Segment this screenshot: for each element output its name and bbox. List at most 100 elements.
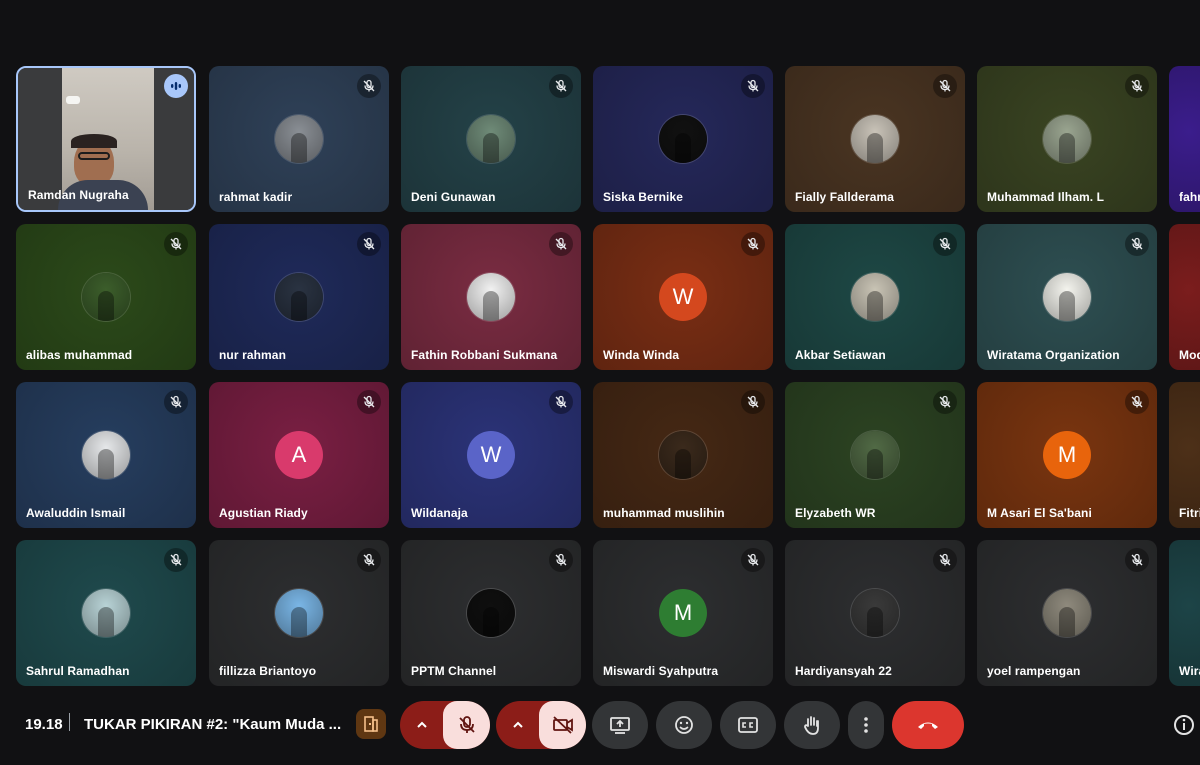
participant-tile[interactable]: PPTM Channel [401, 540, 581, 686]
avatar-photo [291, 133, 307, 163]
participant-tile[interactable]: Sahrul Ramadhan [16, 540, 196, 686]
mic-off-icon [363, 79, 375, 92]
participant-tile[interactable]: rahmat kadir [209, 66, 389, 212]
mic-muted-indicator [1125, 390, 1149, 414]
captions-button[interactable] [720, 701, 776, 749]
mic-muted-indicator [933, 74, 957, 98]
mic-muted-indicator [357, 390, 381, 414]
participant-tile[interactable]: Ramdan Nugraha [16, 66, 196, 212]
participant-name: Sahrul Ramadhan [26, 664, 130, 678]
present-screen-button[interactable] [592, 701, 648, 749]
participant-name: Awaluddin Ismail [26, 506, 126, 520]
participant-tile[interactable]: muhammad muslihin [593, 382, 773, 528]
participant-tile[interactable]: Wiratama Organization [977, 224, 1157, 370]
avatar [851, 115, 899, 163]
participant-tile[interactable]: Awaluddin Ismail [16, 382, 196, 528]
participant-tile[interactable]: Muhammad Ilham. L [977, 66, 1157, 212]
camera-toggle-button[interactable] [539, 701, 586, 749]
mic-off-icon [939, 237, 951, 250]
mic-off-icon [170, 395, 182, 408]
participant-tile[interactable]: fahm [1169, 66, 1200, 212]
host-controls-button[interactable] [356, 709, 386, 739]
participant-tile[interactable]: Wira [1169, 540, 1200, 686]
participant-tile[interactable]: A Agustian Riady [209, 382, 389, 528]
participant-tile[interactable]: alibas muhammad [16, 224, 196, 370]
participant-tile[interactable]: W Wildanaja [401, 382, 581, 528]
mic-off-icon [555, 237, 567, 250]
participant-tile[interactable]: M M Asari El Sa'bani [977, 382, 1157, 528]
mic-off-icon [939, 395, 951, 408]
mic-off-icon [747, 553, 759, 566]
avatar [659, 431, 707, 479]
raise-hand-button[interactable] [784, 701, 840, 749]
participant-name: Hardiyansyah 22 [795, 664, 892, 678]
avatar [851, 589, 899, 637]
avatar-photo [675, 133, 691, 163]
participant-name: Fitri [1179, 506, 1200, 520]
participant-tile[interactable]: Hardiyansyah 22 [785, 540, 965, 686]
mic-off-icon [1131, 553, 1143, 566]
participant-tile[interactable]: Elyzabeth WR [785, 382, 965, 528]
participant-tile[interactable]: Fially Fallderama [785, 66, 965, 212]
video-options-button[interactable] [496, 701, 539, 749]
avatar-photo [1059, 607, 1075, 637]
participant-tile[interactable]: Mod [1169, 224, 1200, 370]
participant-tile[interactable]: fillizza Briantoyo [209, 540, 389, 686]
meeting-title: TUKAR PIKIRAN #2: "Kaum Muda ... [84, 716, 342, 733]
mic-muted-indicator [741, 548, 765, 572]
participant-name: Siska Bernike [603, 190, 684, 204]
end-call-icon [918, 722, 938, 729]
mic-off-icon [747, 79, 759, 92]
mic-muted-indicator [549, 390, 573, 414]
participant-tile[interactable]: Deni Gunawan [401, 66, 581, 212]
participant-name: PPTM Channel [411, 664, 497, 678]
host-controls-icon [364, 716, 378, 732]
participant-tile[interactable]: M Miswardi Syahputra [593, 540, 773, 686]
emoji-icon [675, 716, 693, 734]
participant-tile[interactable]: Siska Bernike [593, 66, 773, 212]
end-call-button[interactable] [892, 701, 964, 749]
mic-off-icon [555, 553, 567, 566]
meeting-clock: 19.18 [25, 716, 63, 733]
participant-tile[interactable]: Akbar Setiawan [785, 224, 965, 370]
mic-muted-indicator [357, 232, 381, 256]
avatar [275, 115, 323, 163]
participant-tile[interactable]: nur rahman [209, 224, 389, 370]
mic-off-icon [170, 553, 182, 566]
microphone-toggle-button[interactable] [443, 701, 490, 749]
mic-muted-indicator [549, 232, 573, 256]
camera-off-icon [552, 716, 573, 734]
participant-name: Elyzabeth WR [795, 506, 876, 520]
avatar-initial: M [659, 589, 707, 637]
avatar-photo [867, 133, 883, 163]
avatar-photo [98, 291, 114, 321]
participant-name: M Asari El Sa'bani [987, 506, 1092, 520]
avatar-photo [675, 449, 691, 479]
speaking-icon [171, 82, 181, 90]
info-icon[interactable] [1172, 713, 1196, 737]
avatar-photo [291, 291, 307, 321]
avatar-photo [98, 607, 114, 637]
participant-tile[interactable]: yoel rampengan [977, 540, 1157, 686]
audio-options-button[interactable] [400, 701, 443, 749]
participant-tile[interactable]: Fitri [1169, 382, 1200, 528]
more-options-button[interactable] [848, 701, 884, 749]
camera-control-group [496, 701, 586, 749]
present-screen-icon [610, 717, 630, 734]
mic-muted-indicator [164, 232, 188, 256]
participant-name: Agustian Riady [219, 506, 308, 520]
microphone-control-group [400, 701, 490, 749]
mic-muted-indicator [741, 232, 765, 256]
avatar-photo [867, 607, 883, 637]
avatar-photo [867, 449, 883, 479]
participant-name: fahm [1179, 190, 1200, 204]
participant-tile[interactable]: W Winda Winda [593, 224, 773, 370]
avatar-initial: A [275, 431, 323, 479]
mic-muted-indicator [1125, 548, 1149, 572]
avatar-photo [483, 291, 499, 321]
emoji-reactions-button[interactable] [656, 701, 712, 749]
avatar-photo [291, 607, 307, 637]
participant-name: Muhammad Ilham. L [987, 190, 1105, 204]
participant-tile[interactable]: Fathin Robbani Sukmana [401, 224, 581, 370]
mic-off-icon [939, 79, 951, 92]
